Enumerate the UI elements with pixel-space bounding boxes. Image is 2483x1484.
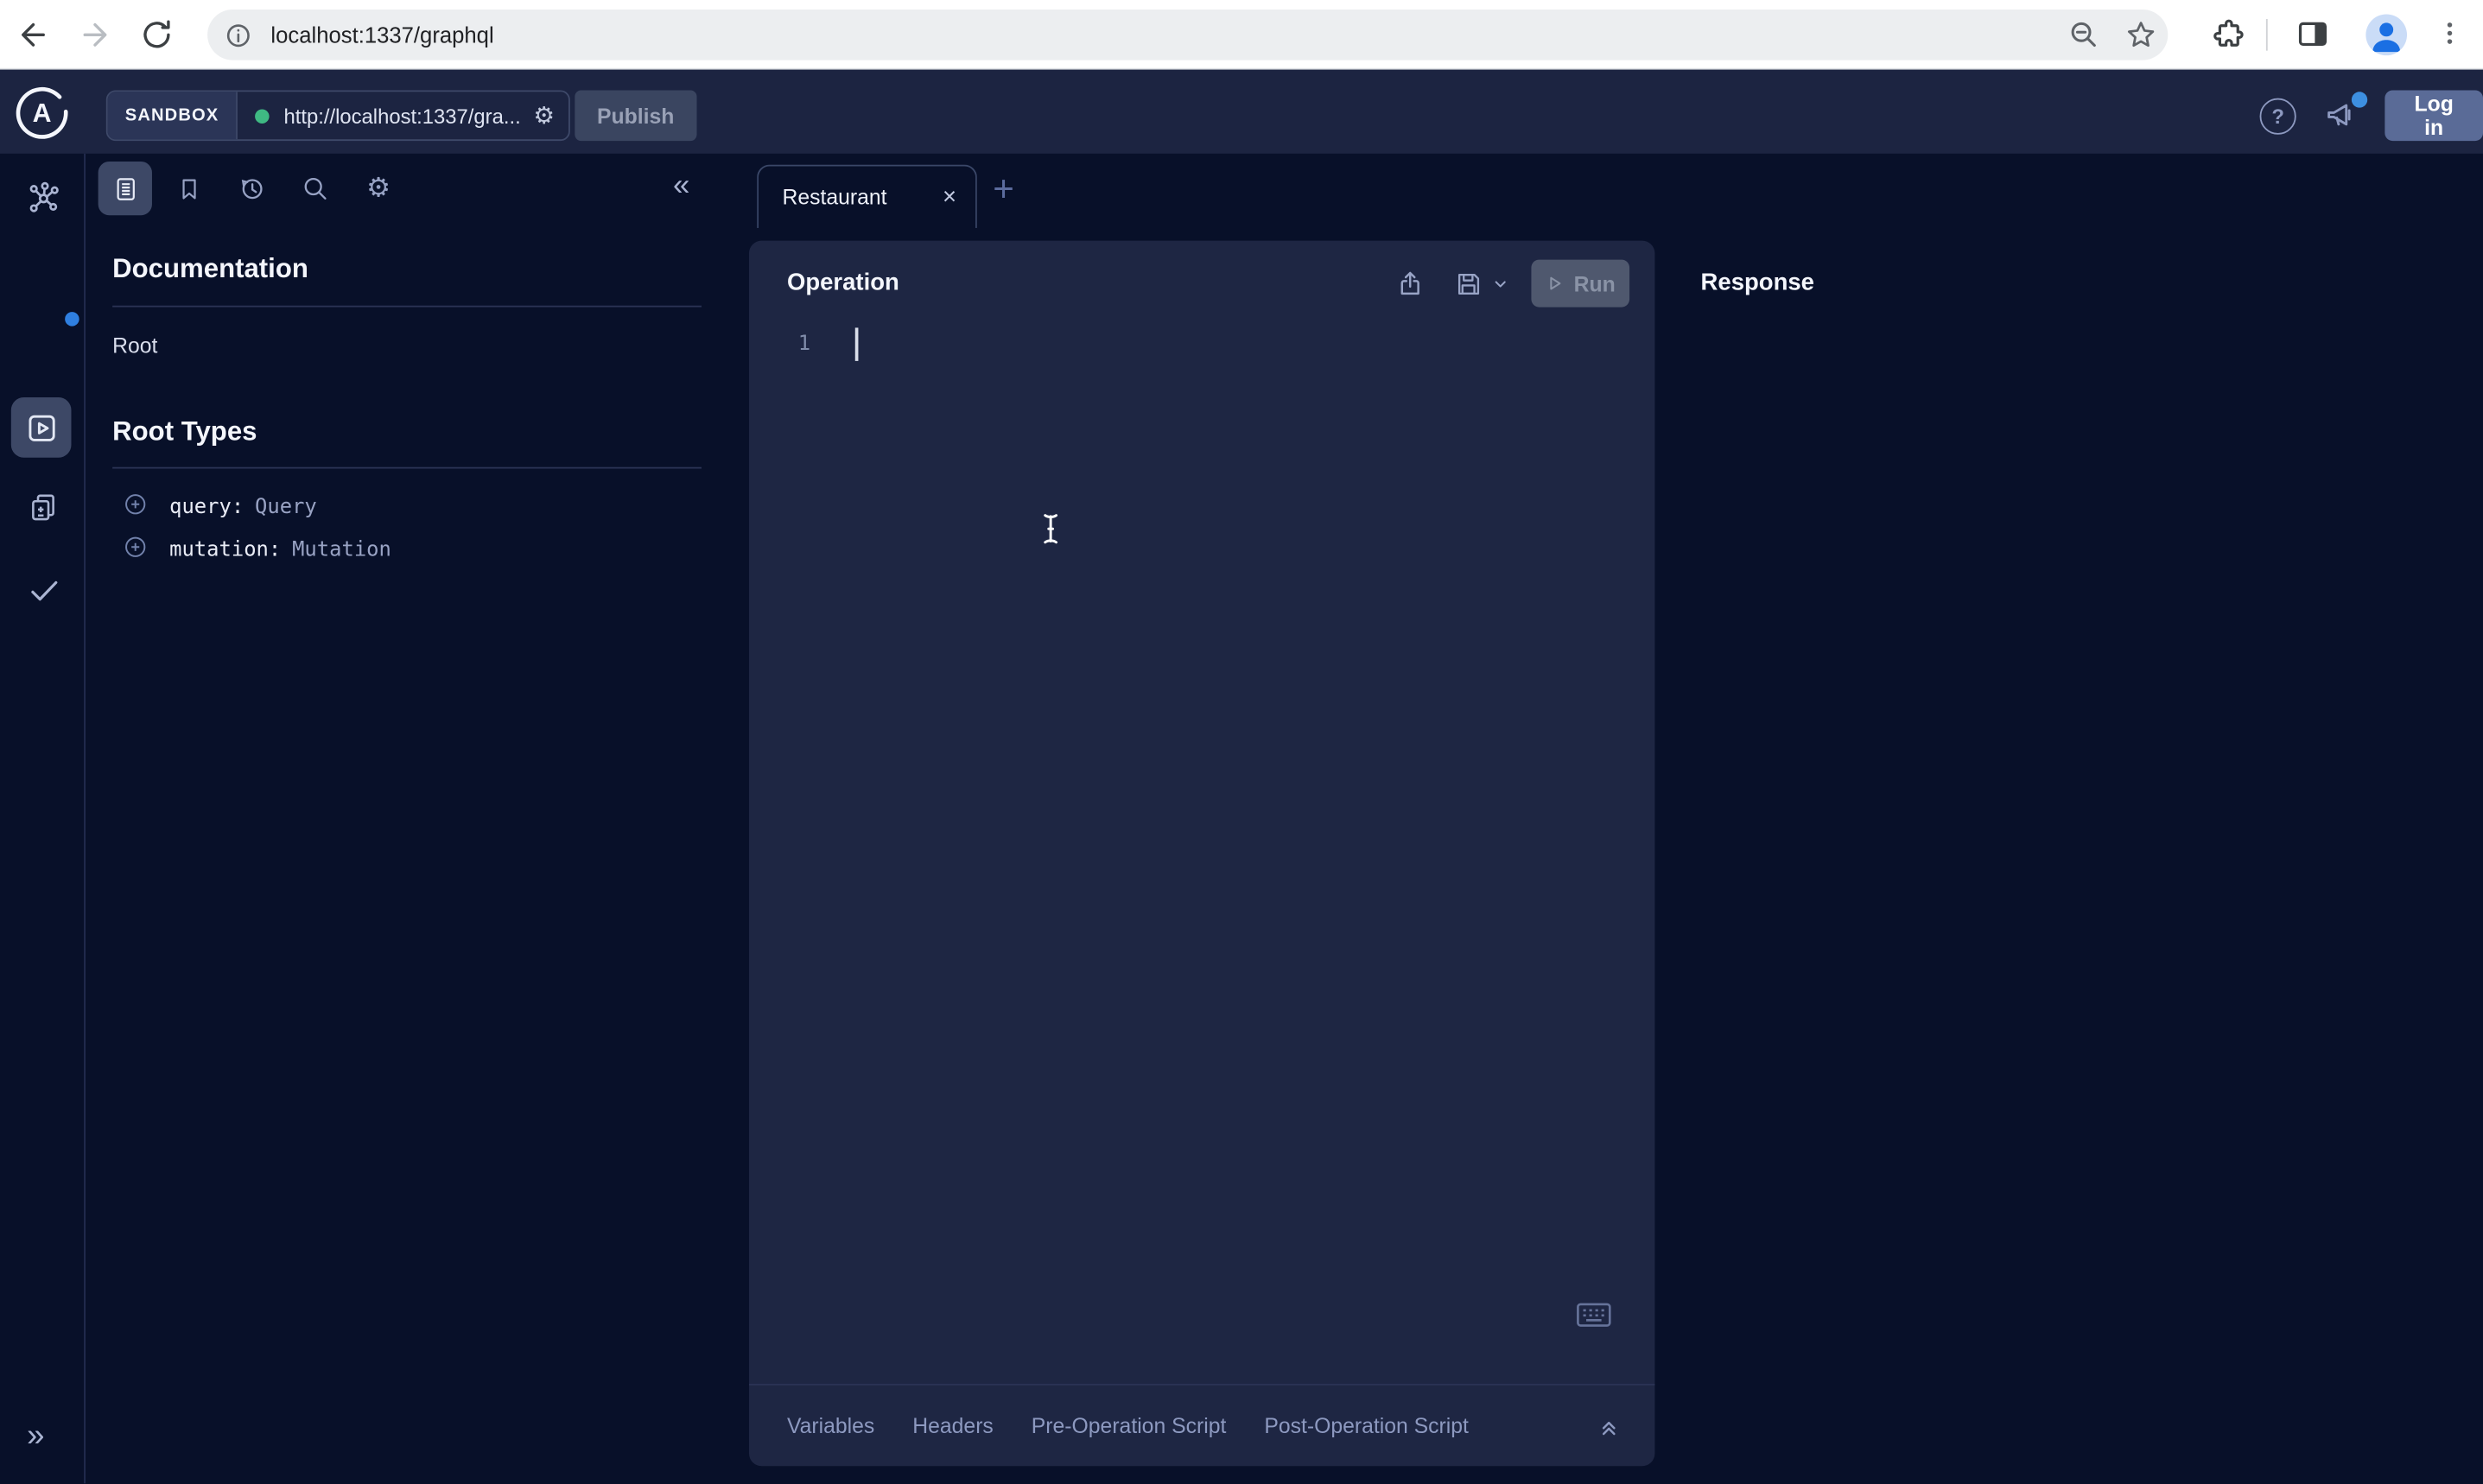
- share-operation-icon[interactable]: [1395, 269, 1426, 299]
- history-icon[interactable]: [225, 162, 278, 215]
- url-text: localhost:1337/graphql: [270, 22, 493, 48]
- collapse-panel-icon[interactable]: «: [673, 169, 689, 204]
- divider: [112, 467, 702, 469]
- settings-gear-icon[interactable]: ⚙: [352, 162, 405, 215]
- tab-pre-operation-script[interactable]: Pre-Operation Script: [1032, 1414, 1227, 1437]
- svg-text:A: A: [33, 99, 52, 128]
- browser-profile-avatar[interactable]: [2366, 14, 2407, 55]
- publish-button[interactable]: Publish: [575, 90, 696, 141]
- changelog-diff-icon[interactable]: [27, 491, 60, 523]
- field-type-link[interactable]: Query: [255, 496, 317, 519]
- root-doc-item[interactable]: Root: [112, 334, 157, 358]
- schema-graph-icon[interactable]: [27, 181, 60, 213]
- root-types-title: Root Types: [112, 416, 257, 448]
- sandbox-badge: SANDBOX: [108, 92, 238, 139]
- reload-icon[interactable]: [139, 17, 174, 52]
- run-play-icon: [1546, 274, 1565, 293]
- operation-editor[interactable]: [787, 320, 1616, 1371]
- connection-status-dot: [255, 109, 269, 123]
- apollo-logo[interactable]: A: [14, 84, 69, 139]
- endpoint-settings-icon[interactable]: ⚙: [533, 101, 555, 130]
- documentation-title: Documentation: [112, 253, 308, 285]
- run-button[interactable]: Run: [1531, 260, 1629, 308]
- tab-variables[interactable]: Variables: [787, 1414, 874, 1437]
- forward-icon[interactable]: [78, 17, 112, 52]
- save-menu-chevron-icon[interactable]: [1492, 275, 1509, 292]
- new-tab-icon[interactable]: +: [993, 168, 1014, 210]
- mouse-ibeam-cursor: [1038, 511, 1064, 546]
- help-icon[interactable]: ?: [2260, 98, 2296, 135]
- toolbar-divider: [2266, 19, 2268, 51]
- add-field-icon[interactable]: [122, 534, 149, 561]
- field-name[interactable]: mutation:: [169, 538, 281, 561]
- root-type-row-query: query: Query: [122, 489, 317, 519]
- left-rail: »: [0, 154, 86, 1484]
- site-info-icon[interactable]: [225, 22, 251, 48]
- browser-menu-icon[interactable]: [2435, 19, 2464, 48]
- operation-tab-restaurant[interactable]: Restaurant ×: [757, 165, 977, 228]
- collapse-footer-icon[interactable]: [1597, 1413, 1622, 1438]
- documentation-tab-icon[interactable]: [98, 162, 152, 215]
- root-type-row-mutation: mutation: Mutation: [122, 532, 391, 562]
- add-field-icon[interactable]: [122, 491, 149, 517]
- extensions-icon[interactable]: [2213, 17, 2245, 50]
- saved-operations-icon[interactable]: [162, 162, 215, 215]
- schema-notification-dot: [65, 312, 79, 326]
- divider: [112, 306, 702, 308]
- endpoint-group: SANDBOX http://localhost:1337/gra... ⚙: [106, 90, 571, 141]
- operation-footer-tabs: Variables Headers Pre-Operation Script P…: [749, 1384, 1654, 1466]
- app-header: A SANDBOX http://localhost:1337/gra... ⚙…: [0, 70, 2483, 154]
- tab-headers[interactable]: Headers: [912, 1414, 994, 1437]
- tab-label: Restaurant: [782, 185, 886, 208]
- address-bar[interactable]: localhost:1337/graphql: [207, 10, 2168, 60]
- zoom-out-icon[interactable]: [2068, 19, 2100, 51]
- keyboard-shortcuts-icon[interactable]: [1576, 1302, 1612, 1329]
- browser-toolbar: localhost:1337/graphql: [0, 0, 2483, 70]
- tab-post-operation-script[interactable]: Post-Operation Script: [1264, 1414, 1469, 1437]
- response-panel: [1663, 317, 2483, 1484]
- operation-panel: Operation Run 1 Variables Headers: [749, 241, 1654, 1467]
- documentation-toolbar: ⚙: [98, 162, 406, 215]
- search-icon[interactable]: [289, 162, 342, 215]
- expand-rail-icon[interactable]: »: [27, 1420, 44, 1452]
- apollo-sandbox-window: localhost:1337/graphql A: [0, 0, 2483, 1483]
- close-tab-icon[interactable]: ×: [943, 184, 956, 211]
- field-type-link[interactable]: Mutation: [292, 538, 391, 561]
- notification-dot: [2352, 92, 2367, 107]
- endpoint-input[interactable]: http://localhost:1337/gra...: [283, 104, 520, 127]
- back-icon[interactable]: [16, 17, 50, 52]
- field-name[interactable]: query:: [169, 496, 244, 519]
- login-button[interactable]: Log in: [2385, 90, 2483, 141]
- bookmark-star-icon[interactable]: [2125, 19, 2157, 51]
- response-title: Response: [1701, 270, 1814, 296]
- operation-actions: Run: [1395, 260, 1629, 308]
- operation-title: Operation: [787, 270, 899, 296]
- checks-icon[interactable]: [27, 574, 61, 608]
- side-panel-icon[interactable]: [2296, 17, 2329, 50]
- explorer-tab-active[interactable]: [11, 397, 72, 458]
- save-operation-icon[interactable]: [1454, 269, 1484, 299]
- documentation-panel: ⚙ « Documentation Root Root Types query:…: [86, 154, 747, 1484]
